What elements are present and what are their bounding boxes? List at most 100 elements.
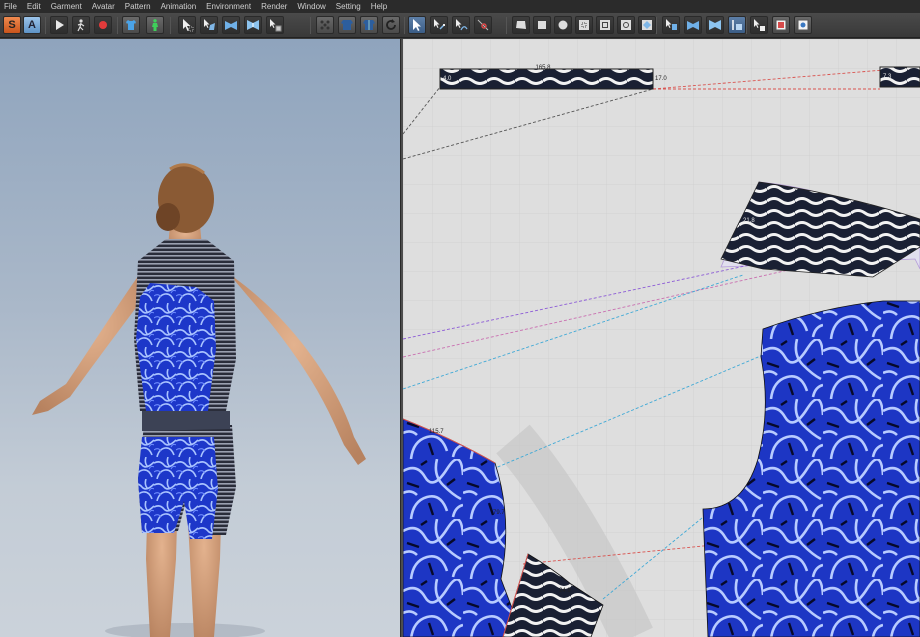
circle-icon	[558, 20, 568, 30]
menu-pattern[interactable]: Pattern	[125, 0, 151, 13]
walking-figure-icon	[77, 19, 85, 32]
add-point-icon	[477, 19, 489, 31]
menu-bar: File Edit Garment Avatar Pattern Animati…	[0, 0, 920, 13]
menu-setting[interactable]: Setting	[336, 0, 361, 13]
select-texture-tool-button[interactable]	[750, 16, 768, 34]
tshirt-icon	[126, 20, 136, 30]
measure-strip-top-length: 165.8	[535, 65, 551, 71]
circle-tool-button[interactable]	[554, 16, 572, 34]
toolbar-separator	[45, 17, 46, 34]
measure-bottom-piece: 24.9	[559, 588, 571, 594]
front-garment-button[interactable]	[338, 16, 356, 34]
simulation-mode-button[interactable]: S	[3, 16, 21, 34]
segment-sewing-tool-button[interactable]	[684, 16, 702, 34]
unfold-tool-button[interactable]	[244, 16, 262, 34]
garment-top-back	[136, 283, 216, 411]
add-point-tool-button[interactable]	[474, 16, 492, 34]
back-garment-button[interactable]	[360, 16, 378, 34]
simulate-walk-button[interactable]	[72, 16, 90, 34]
polygon-icon	[516, 21, 526, 29]
internal-rectangle-tool-button[interactable]	[596, 16, 614, 34]
garment-back-icon	[363, 20, 375, 30]
select-mesh-tool-button[interactable]	[200, 16, 218, 34]
measure-left-piece-side: 79.7	[493, 510, 505, 516]
edit-point-icon	[434, 19, 445, 30]
measure-strip-left-edge: 4.0	[443, 76, 452, 82]
dart-tool-button[interactable]	[638, 16, 656, 34]
arrow-select-icon	[183, 19, 194, 32]
check-sewing-icon	[732, 20, 742, 30]
garment-button[interactable]	[122, 16, 140, 34]
menu-avatar[interactable]: Avatar	[92, 0, 115, 13]
record-icon	[99, 21, 107, 29]
toolbar-separator	[310, 17, 311, 34]
edit-pattern-tool-button[interactable]	[430, 16, 448, 34]
rectangle-tool-button[interactable]	[533, 16, 551, 34]
pin-select-icon	[270, 19, 282, 32]
2d-pattern-window[interactable]: 165.8 17.0 4.0 7.3 21.8 115.7 79.7 24.9	[403, 39, 920, 637]
measure-strip-right-edge: 7.3	[883, 74, 892, 80]
menu-animation[interactable]: Animation	[161, 0, 197, 13]
select-move-tool-button[interactable]	[178, 16, 196, 34]
animation-mode-label: A	[28, 19, 36, 31]
avatar-button[interactable]	[146, 16, 164, 34]
menu-help[interactable]: Help	[371, 0, 387, 13]
avatar-figure-icon	[152, 19, 158, 31]
pattern-piece-top-strip[interactable]: 165.8 17.0 4.0	[439, 65, 667, 90]
menu-file[interactable]: File	[4, 0, 17, 13]
arrange-points-button[interactable]	[316, 16, 334, 34]
refresh-icon	[386, 19, 396, 30]
sewing-select-icon	[666, 19, 677, 30]
toolbar: S A	[0, 13, 920, 38]
play-button[interactable]	[50, 16, 68, 34]
simulation-mode-label: S	[8, 19, 16, 31]
edit-sewing-tool-button[interactable]	[662, 16, 680, 34]
unfold-icon	[247, 20, 259, 30]
left-arm	[32, 265, 150, 415]
transform-pattern-tool-button[interactable]	[408, 16, 426, 34]
reset-button[interactable]	[382, 16, 400, 34]
pin-tool-button[interactable]	[266, 16, 284, 34]
measure-wave-piece: 21.8	[743, 218, 755, 224]
toolbar-separator	[404, 17, 405, 34]
pattern-canvas: 165.8 17.0 4.0 7.3 21.8 115.7 79.7 24.9	[403, 39, 920, 637]
menu-render[interactable]: Render	[261, 0, 287, 13]
toolbar-separator	[746, 17, 747, 34]
cursor-arrow-icon	[413, 19, 421, 31]
internal-polygon-tool-button[interactable]	[575, 16, 593, 34]
internal-polygon-icon	[579, 20, 589, 30]
menu-environment[interactable]: Environment	[206, 0, 251, 13]
waistband	[142, 411, 230, 431]
fold-tool-button[interactable]	[222, 16, 240, 34]
segment-sewing-icon	[687, 21, 699, 30]
pattern-piece-top-strip-right[interactable]: 7.3	[879, 66, 920, 88]
menu-garment[interactable]: Garment	[51, 0, 82, 13]
menu-edit[interactable]: Edit	[27, 0, 41, 13]
toolbar-separator	[170, 17, 171, 34]
avatar-3d-scene	[32, 163, 366, 637]
hair-bun	[156, 203, 180, 231]
edit-texture-button[interactable]	[772, 16, 790, 34]
toolbar-separator	[117, 17, 118, 34]
graphic-tool-button[interactable]	[794, 16, 812, 34]
right-arm	[222, 265, 366, 465]
graphic-image-icon	[797, 19, 809, 31]
check-sewing-tool-button[interactable]	[728, 16, 746, 34]
free-sewing-tool-button[interactable]	[706, 16, 724, 34]
fold-icon	[225, 21, 237, 30]
measure-left-piece-top: 115.7	[429, 429, 444, 435]
menu-window[interactable]: Window	[297, 0, 325, 13]
garment-front-icon	[341, 20, 353, 30]
3d-viewport[interactable]	[0, 39, 400, 637]
play-icon	[56, 20, 64, 30]
animation-mode-button[interactable]: A	[23, 16, 41, 34]
internal-circle-tool-button[interactable]	[617, 16, 635, 34]
texture-select-icon	[754, 19, 765, 31]
polygon-tool-button[interactable]	[512, 16, 530, 34]
rectangle-icon	[538, 21, 546, 29]
record-button[interactable]	[94, 16, 112, 34]
edit-curvature-tool-button[interactable]	[452, 16, 470, 34]
internal-circle-icon	[621, 20, 631, 30]
mesh-select-icon	[204, 19, 215, 30]
internal-rectangle-icon	[600, 20, 610, 30]
